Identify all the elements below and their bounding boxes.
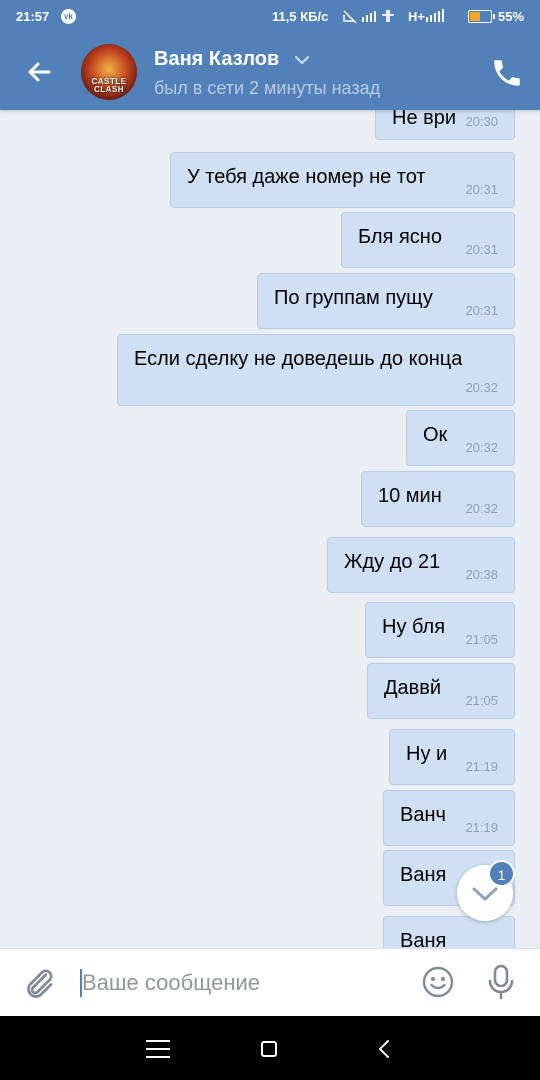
message-list[interactable]: Не ври 20:30 У тебя даже номер не тот 20… — [0, 110, 540, 948]
message-bubble[interactable]: Даввй 21:05 — [367, 663, 515, 719]
message-time: 20:32 — [465, 440, 498, 455]
message-time: 20:38 — [465, 567, 498, 582]
system-nav-bar — [0, 1016, 540, 1080]
message-input[interactable]: Ваше сообщение — [80, 969, 260, 997]
message-text: Жду до 21 — [344, 551, 441, 573]
message-text: Ну бля — [382, 616, 446, 638]
contact-name[interactable]: Ваня Казлов — [154, 48, 279, 71]
message-text: Если сделку не доведешь до конца — [134, 348, 463, 370]
back-arrow-icon[interactable] — [22, 55, 56, 89]
phone-icon[interactable] — [490, 56, 524, 90]
battery-percent: 55% — [498, 9, 525, 24]
message-time: 20:32 — [465, 501, 498, 516]
unread-badge: 1 — [488, 860, 515, 887]
message-text: Ну и — [406, 743, 448, 765]
message-bubble[interactable]: У тебя даже номер не тот 20:31 — [170, 152, 515, 208]
message-text: По группам пущу — [274, 287, 433, 309]
message-bubble[interactable]: Если сделку не доведешь до конца 20:32 — [117, 334, 515, 406]
message-time: 20:32 — [465, 380, 498, 395]
status-time: 21:57 — [16, 9, 50, 24]
status-bar: 21:57 vk 11,5 КБ/с H+ 55% — [0, 0, 540, 33]
paperclip-icon[interactable] — [21, 965, 57, 1001]
avatar-caption: CASTLE CLASH — [91, 77, 127, 94]
network-speed: 11,5 КБ/с — [272, 9, 329, 24]
message-text: 10 мин — [378, 485, 442, 507]
message-bubble[interactable]: Ну и 21:19 — [389, 729, 515, 785]
message-text: Ваня — [400, 864, 447, 886]
message-text: У тебя даже номер не тот — [187, 166, 426, 188]
back-icon[interactable] — [374, 1038, 394, 1060]
message-text: Бля ясно — [358, 226, 442, 248]
smile-icon[interactable] — [420, 964, 456, 1000]
message-bubble[interactable]: Не ври 20:30 — [375, 110, 515, 140]
message-bubble[interactable]: Ок 20:32 — [406, 410, 515, 466]
message-text: Ваня — [400, 930, 447, 948]
chat-header: CASTLE CLASH Ваня Казлов был в сети 2 мин… — [0, 33, 540, 110]
message-text: Даввй — [384, 677, 442, 699]
message-bubble[interactable]: Ну бля 21:05 — [365, 602, 515, 658]
home-icon[interactable] — [261, 1041, 277, 1057]
message-text: Ок — [423, 424, 448, 446]
message-text: Не ври — [392, 110, 457, 129]
message-bubble[interactable]: Бля ясно 20:31 — [341, 212, 515, 268]
message-composer: Ваше сообщение — [0, 948, 540, 1017]
microphone-icon[interactable] — [484, 963, 518, 1001]
chevron-down-icon[interactable] — [294, 55, 310, 65]
message-time: 21:19 — [465, 820, 498, 835]
signal-icons — [343, 9, 444, 24]
message-time: 20:30 — [465, 114, 498, 129]
message-time: 21:19 — [465, 759, 498, 774]
message-bubble[interactable]: Жду до 21 20:38 — [327, 537, 515, 593]
message-bubble[interactable]: 10 мин 20:32 — [361, 471, 515, 527]
message-time: 21:05 — [465, 693, 498, 708]
battery-icon — [468, 10, 495, 23]
message-time: 21:05 — [465, 632, 498, 647]
network-type: H+ — [408, 9, 425, 24]
message-time: 20:31 — [465, 182, 498, 197]
message-time: 20:31 — [465, 303, 498, 318]
message-bubble[interactable]: Ванч 21:19 — [383, 790, 515, 846]
message-bubble[interactable]: По группам пущу 20:31 — [257, 273, 515, 329]
avatar[interactable]: CASTLE CLASH — [81, 44, 137, 100]
last-seen-status: был в сети 2 минуты назад — [154, 78, 381, 98]
message-time: 20:31 — [465, 242, 498, 257]
vk-notification-icon: vk — [61, 9, 76, 24]
message-text: Ванч — [400, 804, 446, 826]
menu-icon[interactable] — [145, 1039, 171, 1059]
